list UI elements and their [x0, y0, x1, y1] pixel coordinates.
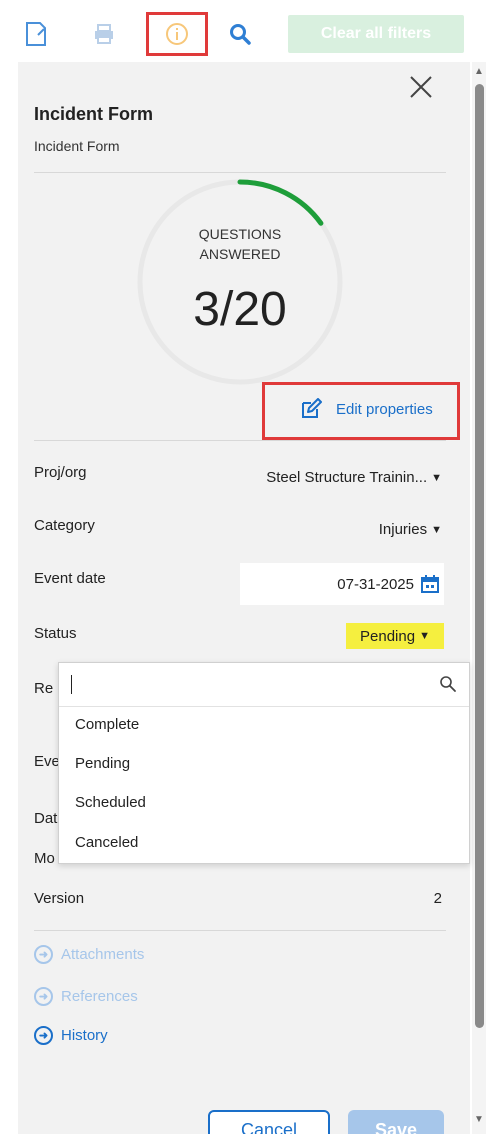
scroll-up-arrow-icon[interactable]: ▲: [474, 66, 484, 77]
edit-properties-link[interactable]: Edit properties: [300, 398, 433, 420]
event-date-label: Event date: [34, 570, 106, 587]
event-date-field[interactable]: 07-31-2025: [240, 563, 444, 605]
scrollbar-thumb[interactable]: [475, 84, 484, 1028]
version-value: 2: [433, 890, 442, 907]
divider: [34, 930, 446, 931]
status-select[interactable]: Pending ▼: [346, 623, 444, 649]
text-cursor: [71, 675, 72, 694]
info-icon[interactable]: [146, 12, 208, 56]
proj-org-label: Proj/org: [34, 464, 87, 481]
event-date-value: 07-31-2025: [337, 575, 414, 593]
proj-org-value: Steel Structure Trainin...: [266, 469, 428, 486]
panel-title: Incident Form: [34, 104, 154, 124]
references-link[interactable]: ➜ References: [34, 987, 138, 1006]
search-icon[interactable]: [439, 675, 457, 693]
dropdown-option[interactable]: Scheduled: [75, 794, 146, 811]
panel-subtitle: Incident Form: [34, 138, 120, 154]
caret-down-icon: ▼: [431, 471, 442, 484]
history-label: History: [61, 1027, 108, 1044]
category-select[interactable]: Injuries ▼: [379, 521, 442, 538]
clear-all-filters-button[interactable]: Clear all filters: [288, 15, 464, 53]
questions-label-line1: QUESTIONS: [198, 226, 282, 242]
history-link[interactable]: ➜ History: [34, 1026, 108, 1045]
caret-down-icon: ▼: [419, 630, 430, 642]
status-value: Pending: [360, 627, 416, 645]
edit-properties-label: Edit properties: [336, 400, 433, 418]
divider: [34, 172, 446, 173]
attachments-label: Attachments: [61, 946, 145, 963]
close-icon[interactable]: [408, 74, 434, 100]
arrow-right-circle-icon: ➜: [34, 945, 53, 964]
progress-arc: [237, 179, 324, 226]
questions-answered-label: QUESTIONS ANSWERED: [134, 224, 346, 264]
dropdown-option[interactable]: Pending: [75, 755, 130, 772]
proj-org-select[interactable]: Steel Structure Trainin... ▼: [266, 469, 442, 486]
attachments-link[interactable]: ➜ Attachments: [34, 945, 144, 964]
divider: [34, 440, 446, 441]
arrow-right-circle-icon: ➜: [34, 987, 53, 1006]
category-value: Injuries: [378, 521, 428, 538]
dat-label: Dat: [34, 810, 58, 827]
questions-label-line2: ANSWERED: [199, 246, 281, 262]
dropdown-option[interactable]: Canceled: [75, 834, 138, 851]
version-label: Version: [34, 890, 85, 907]
status-dropdown: Complete Pending Scheduled Canceled: [58, 662, 470, 864]
toolbar: Clear all filters: [0, 0, 486, 62]
scroll-down-arrow-icon[interactable]: ▼: [474, 1114, 484, 1125]
dropdown-option[interactable]: Complete: [75, 716, 139, 733]
references-label: References: [61, 988, 138, 1005]
dropdown-search: [59, 663, 469, 707]
mo-label: Mo: [34, 850, 55, 867]
questions-answered-count: 3/20: [193, 283, 287, 336]
rep-label: Re: [34, 680, 54, 697]
save-button[interactable]: Save: [348, 1110, 444, 1134]
calendar-icon[interactable]: [420, 574, 440, 594]
status-label: Status: [34, 625, 77, 642]
edit-icon: [302, 398, 322, 418]
caret-down-icon: ▼: [431, 523, 442, 536]
search-icon[interactable]: [224, 18, 256, 50]
category-label: Category: [34, 517, 95, 534]
document-icon[interactable]: [20, 18, 52, 50]
dropdown-search-input[interactable]: [69, 671, 429, 699]
eve-label: Eve: [34, 753, 60, 770]
print-icon[interactable]: [88, 18, 120, 50]
cancel-button[interactable]: Cancel: [208, 1110, 330, 1134]
arrow-right-circle-icon: ➜: [34, 1026, 53, 1045]
